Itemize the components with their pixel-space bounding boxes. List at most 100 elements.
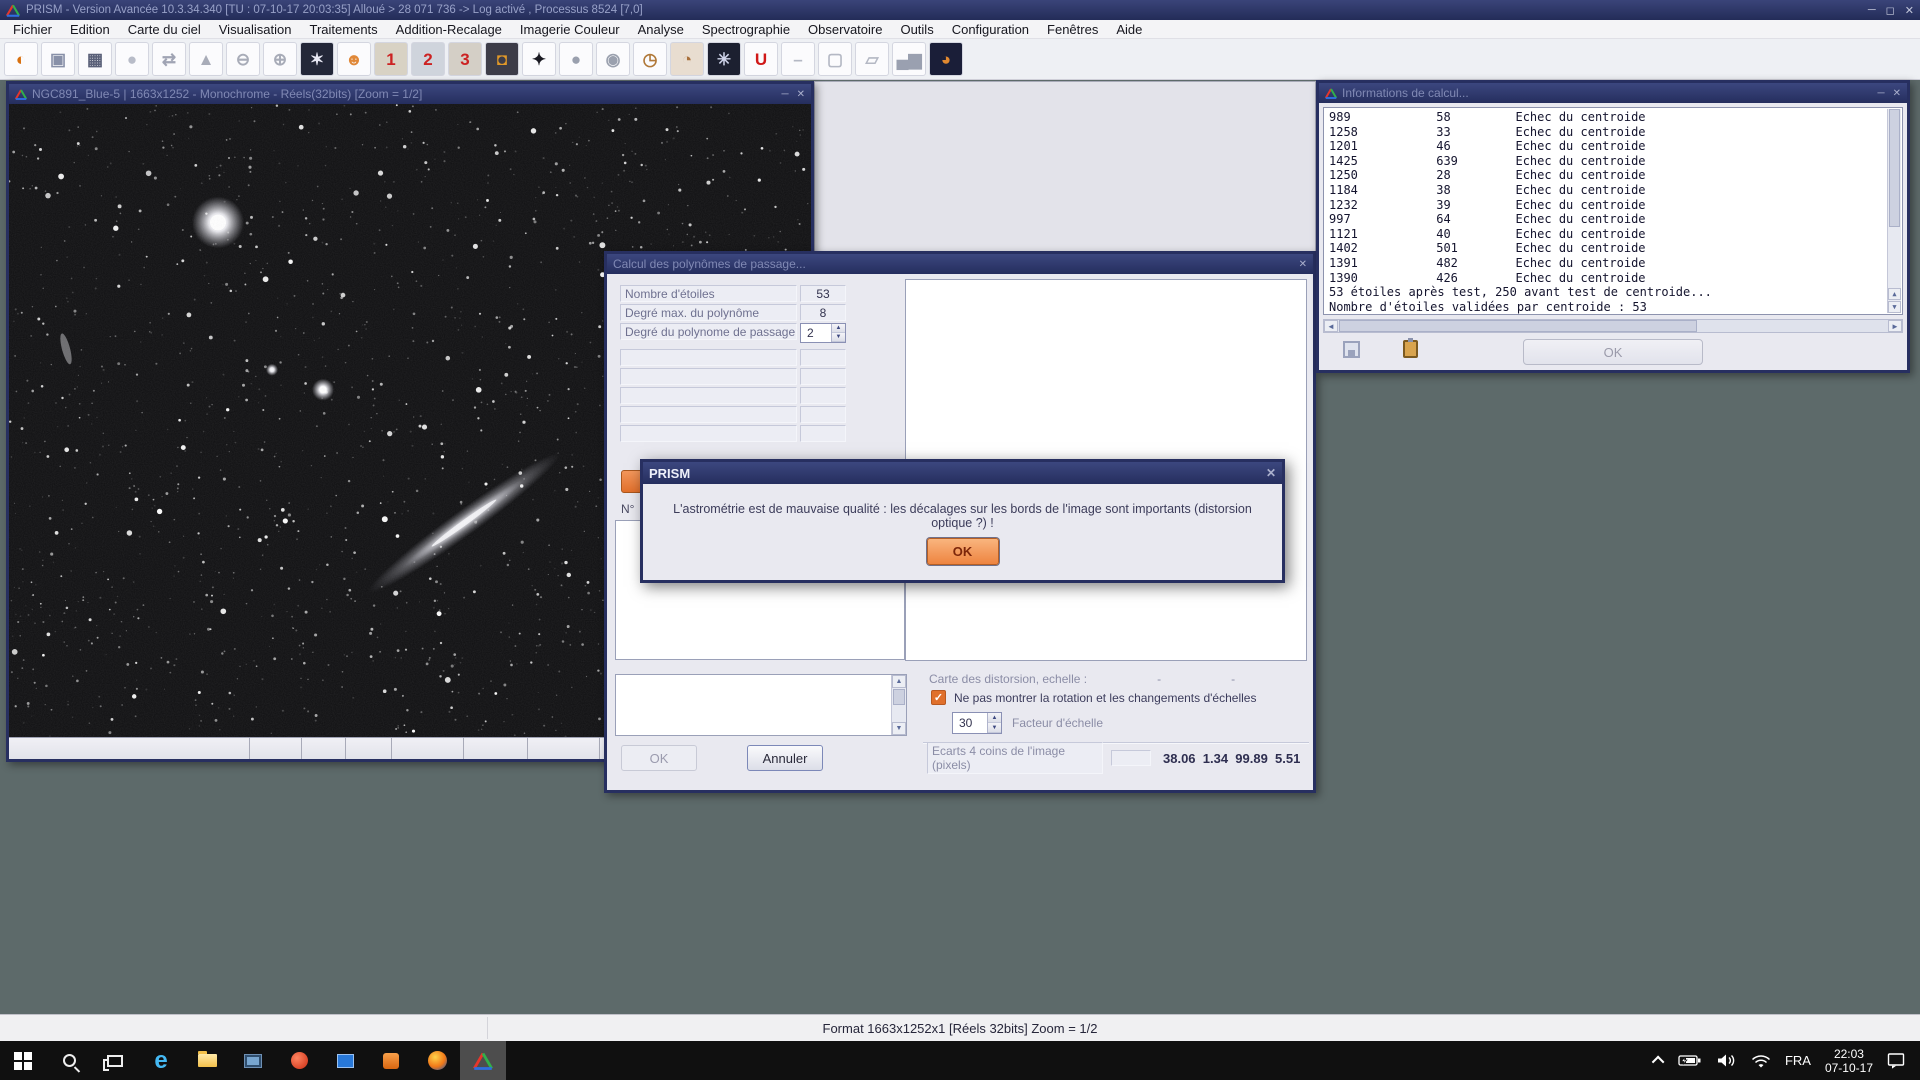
image-list-icon[interactable]: ▦ — [78, 42, 112, 76]
vertical-scrollbar[interactable]: ▲ ▼ — [891, 675, 906, 735]
frame-disabled-icon[interactable]: ▱ — [855, 42, 889, 76]
scroll-down-icon[interactable]: ▼ — [1888, 301, 1901, 313]
step3-icon[interactable]: 3 — [448, 42, 482, 76]
spin-up-icon[interactable]: ▲ — [988, 713, 1001, 723]
menu-item[interactable]: Analyse — [629, 20, 693, 39]
edge-button[interactable]: e — [138, 1041, 184, 1080]
cube-disabled-icon[interactable]: ▢ — [818, 42, 852, 76]
prism-logo-icon — [15, 89, 27, 100]
alert-titlebar[interactable]: PRISM ✕ — [643, 462, 1282, 484]
observatory-icon[interactable]: ◕ — [929, 42, 963, 76]
notification-center-icon[interactable] — [1887, 1052, 1906, 1069]
menu-item[interactable]: Addition-Recalage — [387, 20, 511, 39]
task-view-button[interactable] — [92, 1041, 138, 1080]
scroll-up-icon[interactable]: ▲ — [1888, 288, 1901, 300]
scrollbar-thumb[interactable] — [893, 689, 905, 705]
menu-item[interactable]: Fichier — [4, 20, 61, 39]
scroll-down-icon[interactable]: ▼ — [892, 722, 906, 735]
minimize-icon[interactable]: ─ — [782, 89, 789, 100]
vertical-scrollbar[interactable]: ▲ ▼ — [1887, 109, 1901, 313]
sphere-icon[interactable]: ● — [115, 42, 149, 76]
menu-item[interactable]: Traitements — [301, 20, 387, 39]
close-icon[interactable]: ✕ — [1905, 4, 1914, 17]
scrollbar-thumb[interactable] — [1889, 109, 1900, 227]
menu-item[interactable]: Fenêtres — [1038, 20, 1107, 39]
horizontal-scrollbar[interactable]: ◄ ► — [1323, 319, 1903, 333]
start-button[interactable] — [0, 1041, 46, 1080]
step2-icon[interactable]: 2 — [411, 42, 445, 76]
link-disabled-icon[interactable]: – — [781, 42, 815, 76]
user-icon[interactable]: ☻ — [337, 42, 371, 76]
histogram-icon[interactable]: ▄▆ — [892, 42, 926, 76]
mesh-sphere-icon[interactable]: ◉ — [596, 42, 630, 76]
triangle-icon[interactable]: ▲ — [189, 42, 223, 76]
spin-down-icon[interactable]: ▼ — [988, 723, 1001, 733]
zoom-out-icon[interactable]: ⊖ — [226, 42, 260, 76]
drop-icon[interactable]: ● — [559, 42, 593, 76]
minimize-icon[interactable]: ─ — [1878, 88, 1885, 99]
image-window-titlebar[interactable]: NGC891_Blue-5 | 1663x1252 - Monochrome -… — [9, 84, 811, 104]
menu-item[interactable]: Configuration — [943, 20, 1038, 39]
close-icon[interactable]: ✕ — [1893, 88, 1901, 99]
wifi-icon[interactable] — [1751, 1054, 1771, 1068]
menu-item[interactable]: Outils — [891, 20, 942, 39]
edge-icon: e — [154, 1049, 167, 1073]
language-indicator[interactable]: FRA — [1785, 1053, 1811, 1068]
clock[interactable]: 22:03 07-10-17 — [1825, 1047, 1873, 1075]
speaker-icon[interactable] — [1716, 1053, 1737, 1068]
flip-icon[interactable]: ⇄ — [152, 42, 186, 76]
clock-icon[interactable]: ◷ — [633, 42, 667, 76]
wrench-clock-icon[interactable]: ◔ — [670, 42, 704, 76]
focuser-icon[interactable]: ◘ — [485, 42, 519, 76]
menu-item[interactable]: Aide — [1107, 20, 1151, 39]
info-window-titlebar[interactable]: Informations de calcul... ─ ✕ — [1319, 83, 1907, 103]
scroll-up-icon[interactable]: ▲ — [892, 675, 906, 688]
save-icon[interactable]: ▣ — [41, 42, 75, 76]
polynomial-dialog-titlebar[interactable]: Calcul des polynômes de passage... ✕ — [607, 254, 1313, 274]
battery-icon[interactable] — [1678, 1054, 1702, 1067]
notes-area[interactable]: ▲ ▼ — [615, 674, 907, 736]
scroll-left-icon[interactable]: ◄ — [1324, 320, 1338, 332]
spin-down-icon[interactable]: ▼ — [832, 333, 845, 342]
rotation-checkbox[interactable]: ✓ — [931, 690, 946, 705]
menu-item[interactable]: Visualisation — [210, 20, 301, 39]
menu-item[interactable]: Spectrographie — [693, 20, 799, 39]
save-icon[interactable] — [1343, 341, 1360, 358]
copy-to-clipboard-icon[interactable] — [1403, 340, 1418, 358]
menu-item[interactable]: Edition — [61, 20, 119, 39]
magnet-icon[interactable]: U — [744, 42, 778, 76]
comet-field-icon[interactable]: ✳ — [707, 42, 741, 76]
file-explorer-button[interactable] — [184, 1041, 230, 1080]
deep-sky-icon[interactable]: ✶ — [300, 42, 334, 76]
scroll-right-icon[interactable]: ► — [1888, 320, 1902, 332]
scale-factor-spinner[interactable]: 30 ▲ ▼ — [952, 712, 1002, 734]
spin-up-icon[interactable]: ▲ — [832, 324, 845, 333]
app-orange-button[interactable] — [368, 1041, 414, 1080]
close-icon[interactable]: ✕ — [1299, 259, 1307, 270]
centroid-log-list[interactable]: 989 58 Echec du centroide 1258 33 Echec … — [1323, 107, 1903, 315]
prism-taskbar-button[interactable] — [460, 1041, 506, 1080]
zoom-in-icon[interactable]: ⊕ — [263, 42, 297, 76]
close-icon[interactable]: ✕ — [1266, 466, 1276, 480]
close-icon[interactable]: ✕ — [797, 89, 805, 100]
app-red-button[interactable] — [276, 1041, 322, 1080]
ink-icon[interactable]: ✦ — [522, 42, 556, 76]
menu-item[interactable]: Imagerie Couleur — [511, 20, 629, 39]
dialog-cancel-button[interactable]: Annuler — [747, 745, 823, 771]
step1-icon[interactable]: 1 — [374, 42, 408, 76]
photos-button[interactable] — [230, 1041, 276, 1080]
app-blue-button[interactable] — [322, 1041, 368, 1080]
tray-expand-icon[interactable] — [1652, 1056, 1665, 1069]
degree-spinner[interactable]: 2 ▲ ▼ — [800, 323, 846, 343]
maximize-icon[interactable]: ◻ — [1886, 4, 1895, 17]
menu-item[interactable]: Observatoire — [799, 20, 891, 39]
dialog-ok-button[interactable]: OK — [621, 745, 697, 771]
info-ok-button[interactable]: OK — [1523, 339, 1703, 365]
alert-ok-button[interactable]: OK — [927, 538, 999, 565]
search-button[interactable] — [46, 1041, 92, 1080]
firefox-button[interactable] — [414, 1041, 460, 1080]
menu-item[interactable]: Carte du ciel — [119, 20, 210, 39]
open-image-icon[interactable]: ◐ — [4, 42, 38, 76]
minimize-icon[interactable]: ─ — [1868, 4, 1876, 17]
scrollbar-thumb[interactable] — [1339, 320, 1697, 332]
